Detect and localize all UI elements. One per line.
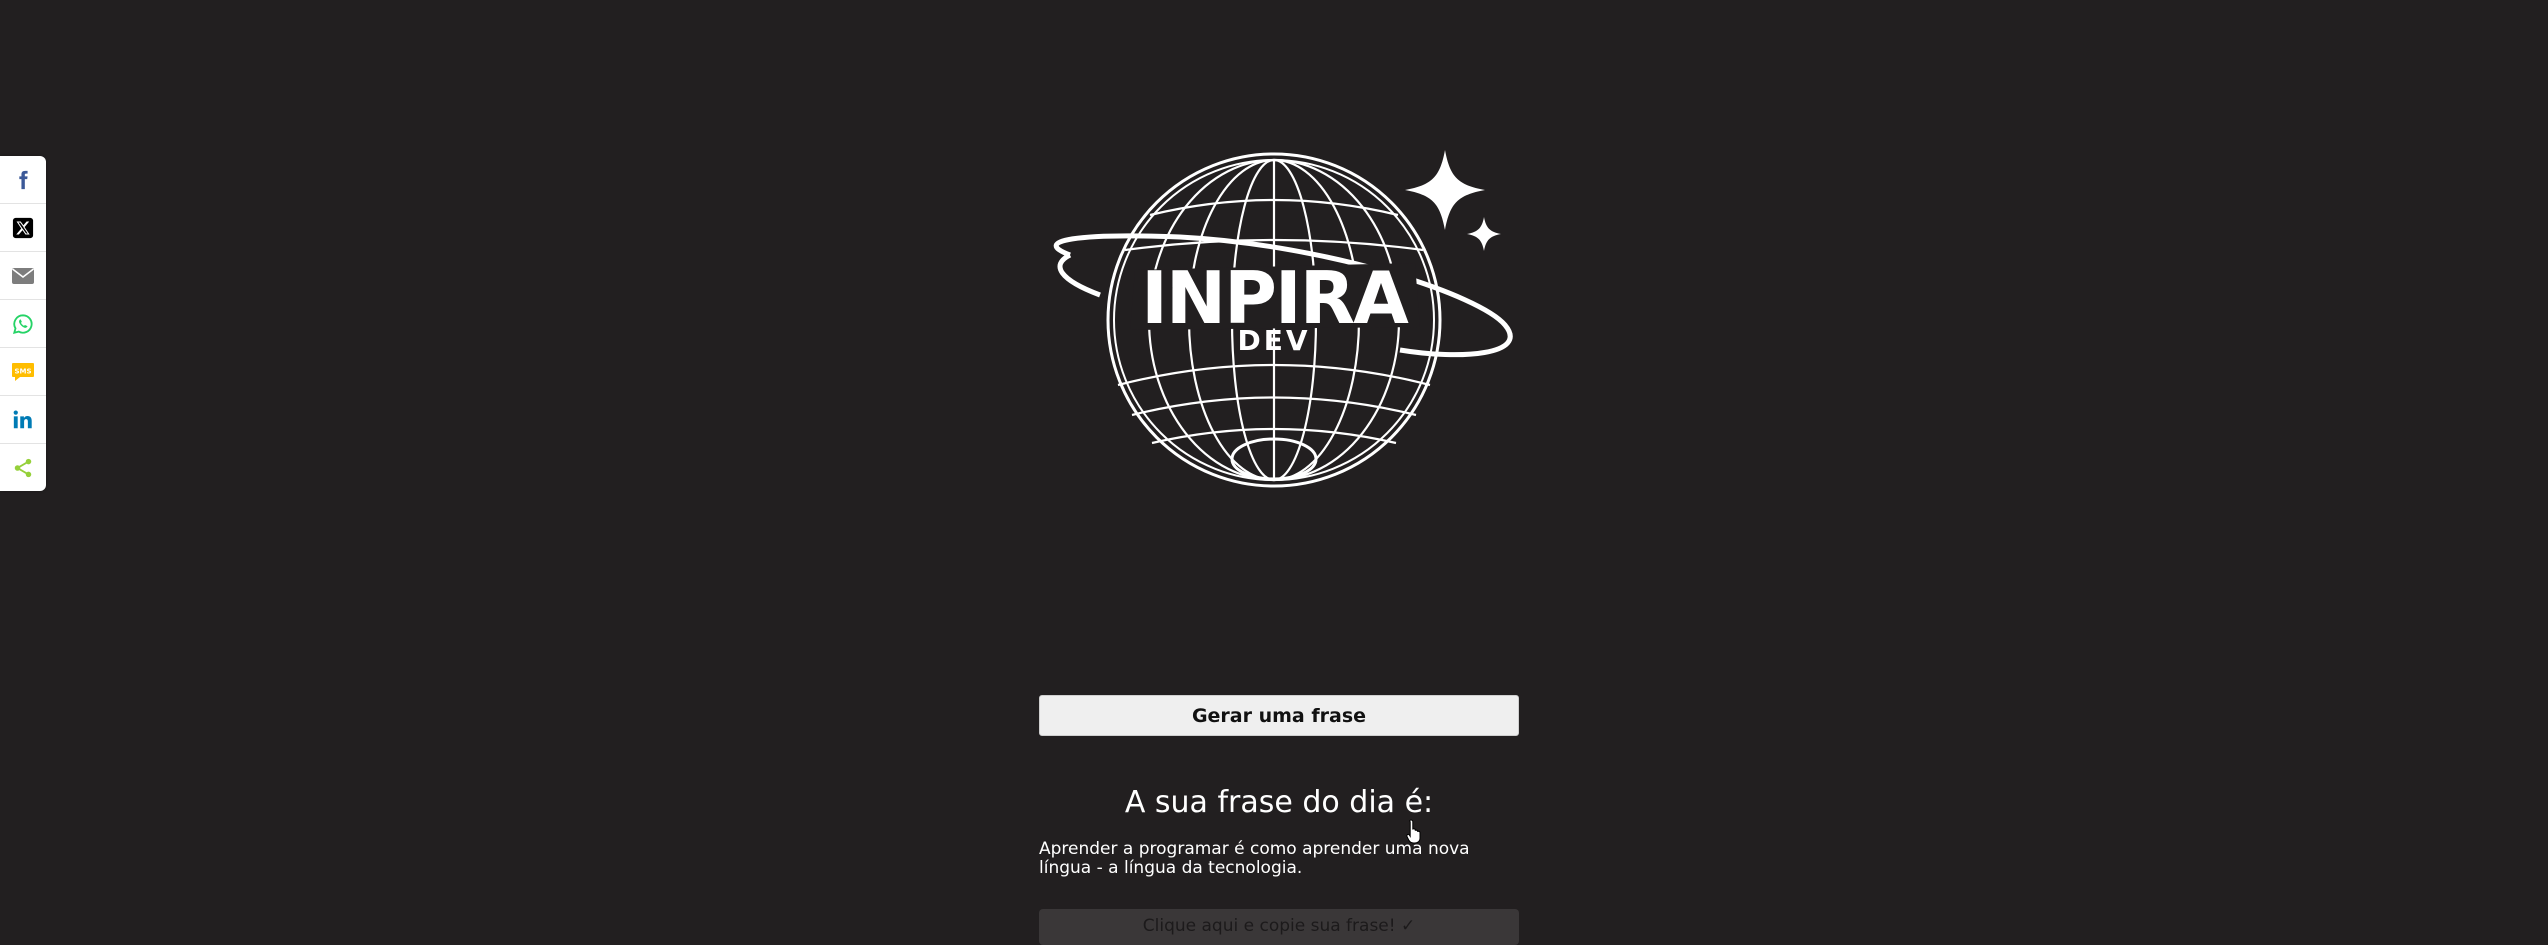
- whatsapp-icon: [12, 313, 33, 334]
- globe-logo-icon: INPIRA DEV: [1053, 150, 1513, 488]
- facebook-icon: [19, 170, 28, 189]
- logo-sub: DEV: [1237, 324, 1310, 357]
- phrase-title: A sua frase do dia é:: [1124, 785, 1434, 820]
- share-email[interactable]: [0, 252, 46, 300]
- share-linkedin[interactable]: [0, 396, 46, 444]
- sms-icon: SMS: [12, 362, 34, 381]
- inpira-dev-logo: INPIRA DEV: [1040, 145, 1515, 495]
- copy-phrase-button[interactable]: Clique aqui e copie sua frase! ✓: [1039, 909, 1519, 945]
- generate-phrase-button[interactable]: Gerar uma frase: [1039, 695, 1519, 736]
- share-icon: [14, 458, 32, 477]
- svg-text:SMS: SMS: [14, 367, 31, 375]
- share-facebook[interactable]: [0, 156, 46, 204]
- share-sms[interactable]: SMS: [0, 348, 46, 396]
- star-icon: [1405, 150, 1485, 230]
- email-icon: [12, 267, 34, 284]
- share-whatsapp[interactable]: [0, 300, 46, 348]
- hand-cursor-icon: [1406, 818, 1424, 848]
- share-x[interactable]: [0, 204, 46, 252]
- linkedin-icon: [13, 410, 32, 428]
- share-sidebar: SMS: [0, 156, 46, 491]
- phrase-text: Aprender a programar é como aprender uma…: [1039, 839, 1470, 878]
- share-more[interactable]: [0, 444, 46, 491]
- x-twitter-icon: [12, 217, 34, 238]
